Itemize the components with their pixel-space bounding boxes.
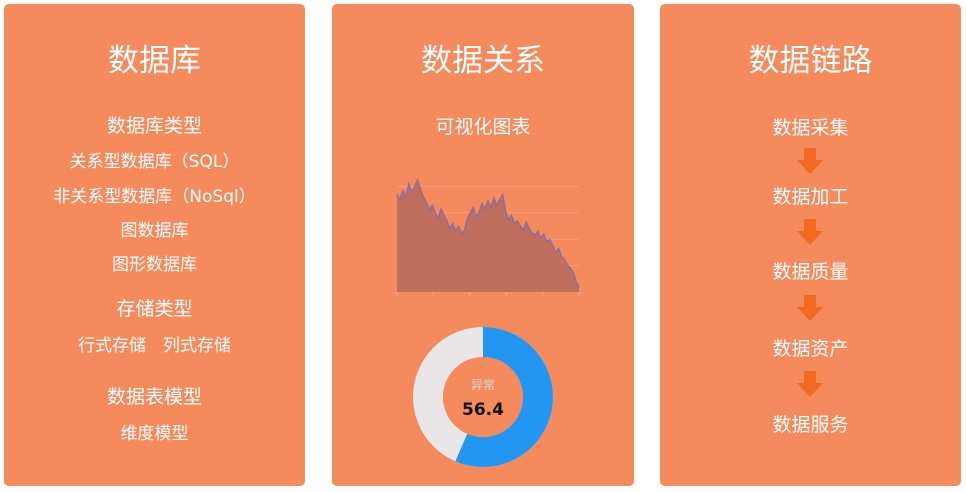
- relational-db-item: 关系型数据库（SQL）: [69, 152, 240, 172]
- database-title: 数据库: [108, 43, 201, 79]
- table-model-heading: 数据表模型: [106, 386, 202, 408]
- donut-center: [443, 357, 523, 437]
- storage-type-heading: 存储类型: [116, 298, 193, 320]
- x-axis-ticks: [396, 292, 580, 296]
- down-arrow-icon: [797, 219, 823, 245]
- nosql-db-item: 非关系型数据库（NoSql）: [53, 187, 256, 207]
- down-arrow-icon: [797, 148, 823, 174]
- database-card: 数据库 数据库类型 关系型数据库（SQL） 非关系型数据库（NoSql） 图数据…: [4, 4, 305, 486]
- step-collect: 数据采集: [772, 117, 849, 139]
- area-series: [397, 179, 579, 292]
- step-service: 数据服务: [772, 414, 849, 436]
- area-chart: [396, 159, 580, 296]
- graph-db-item: 图数据库: [120, 221, 189, 241]
- graphic-db-item: 图形数据库: [112, 255, 197, 275]
- donut-value: 56.4: [462, 400, 504, 420]
- donut-label: 异常: [470, 378, 495, 392]
- step-process: 数据加工: [772, 186, 849, 208]
- storage-items: 行式存储 列式存储: [78, 336, 231, 356]
- step-quality: 数据质量: [772, 261, 849, 283]
- visual-chart-subtitle: 可视化图表: [435, 116, 531, 138]
- down-arrow-icon: [797, 371, 823, 397]
- donut-chart: 异常 56.4: [408, 322, 558, 472]
- data-link-card: 数据链路 数据采集 数据加工 数据质量 数据资产 数据服务: [660, 4, 961, 486]
- data-relation-card: 数据关系 可视化图表 异常 56.4: [332, 4, 634, 486]
- down-arrow-icon: [797, 295, 823, 321]
- database-type-heading: 数据库类型: [106, 115, 202, 137]
- data-relation-title: 数据关系: [421, 43, 545, 79]
- data-link-title: 数据链路: [748, 43, 873, 79]
- dimension-model-item: 维度模型: [120, 424, 189, 444]
- step-asset: 数据资产: [772, 338, 849, 360]
